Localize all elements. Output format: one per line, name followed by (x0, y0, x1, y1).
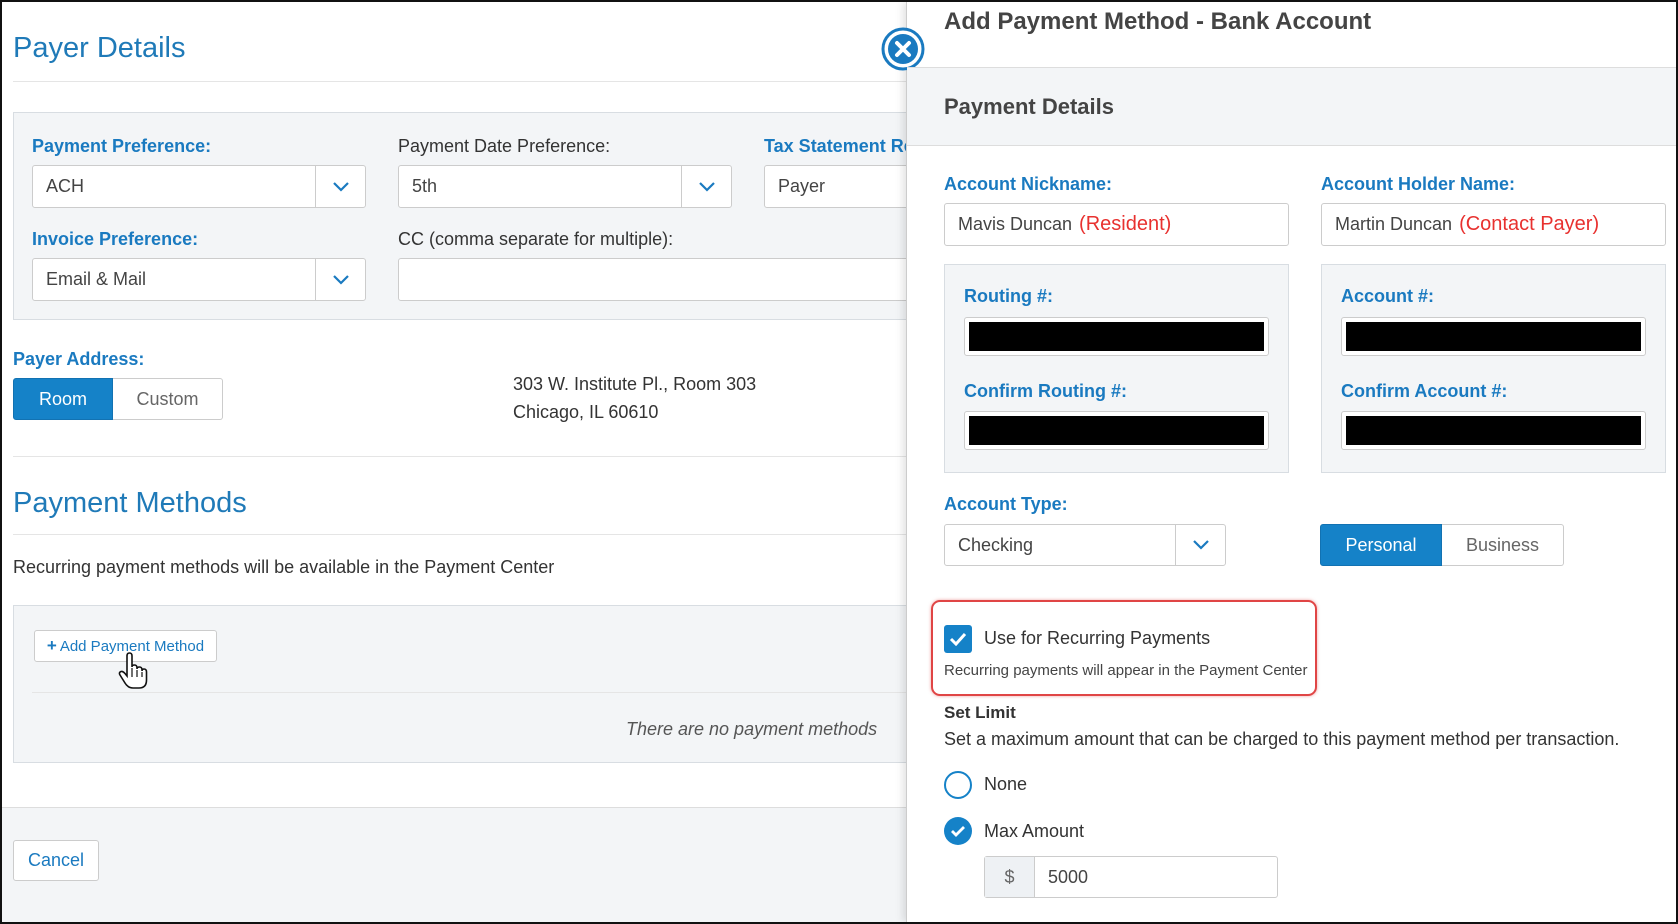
recurring-help: Recurring payments will appear in the Pa… (944, 662, 1308, 679)
payment-preference-label: Payment Preference: (32, 136, 212, 156)
account-holder-input[interactable]: Martin Duncan (Contact Payer) (1321, 203, 1666, 246)
confirm-account-input[interactable] (1341, 411, 1646, 450)
chevron-down-icon (681, 166, 731, 207)
plus-icon: + (46, 636, 57, 655)
account-number-input[interactable] (1341, 317, 1646, 356)
payment-date-select[interactable]: 5th (398, 165, 732, 208)
chevron-down-icon (315, 259, 365, 300)
payment-preference-value: ACH (46, 176, 85, 196)
custom-button[interactable]: Custom (113, 378, 223, 420)
invoice-preference-select[interactable]: Email & Mail (32, 258, 366, 301)
page-title: Payer Details (13, 32, 186, 64)
contact-payer-note: (Contact Payer) (1459, 213, 1600, 235)
personal-button[interactable]: Personal (1320, 524, 1442, 566)
recurring-checkbox[interactable] (944, 625, 972, 653)
payment-methods-title: Payment Methods (13, 487, 247, 519)
max-amount-input-group: $ 5000 (984, 856, 1278, 898)
account-holder-value: Martin Duncan (1335, 214, 1453, 234)
footer-bar (2, 807, 907, 922)
payer-address-label: Payer Address: (13, 349, 145, 369)
account-type-value: Checking (958, 534, 1034, 555)
payment-methods-description: Recurring payment methods will be availa… (13, 557, 555, 577)
confirm-routing-label: Confirm Routing #: (964, 381, 1127, 401)
tax-statement-value: Payer (778, 176, 826, 196)
confirm-account-label: Confirm Account #: (1341, 381, 1508, 401)
invoice-preference-value: Email & Mail (46, 269, 147, 289)
tax-statement-label: Tax Statement Re (764, 136, 914, 156)
routing-label: Routing #: (964, 286, 1053, 306)
account-nickname-label: Account Nickname: (944, 174, 1113, 194)
address-line1: 303 W. Institute Pl., Room 303 (513, 374, 757, 394)
set-limit-description: Set a maximum amount that can be charged… (944, 729, 1620, 749)
business-button[interactable]: Business (1442, 524, 1564, 566)
chevron-down-icon (1175, 525, 1225, 565)
payment-date-value: 5th (412, 176, 438, 196)
payment-preference-select[interactable]: ACH (32, 165, 366, 208)
hand-cursor-icon (118, 652, 148, 695)
app-frame: Payer Details Payment Preference: ACH Pa… (0, 0, 1678, 924)
none-radio[interactable] (944, 771, 972, 799)
resident-note: (Resident) (1079, 213, 1172, 235)
account-holder-label: Account Holder Name: (1321, 174, 1516, 194)
confirm-routing-input[interactable] (964, 411, 1269, 450)
account-number-label: Account #: (1341, 286, 1435, 306)
room-button[interactable]: Room (13, 378, 113, 420)
check-icon (951, 826, 965, 837)
modal-title: Add Payment Method - Bank Account (944, 8, 1372, 35)
cancel-button[interactable]: Cancel (13, 840, 99, 881)
payment-details-title: Payment Details (944, 94, 1114, 119)
empty-payment-methods: There are no payment methods (626, 719, 878, 739)
invoice-preference-label: Invoice Preference: (32, 229, 199, 249)
cc-label: CC (comma separate for multiple): (398, 229, 674, 249)
account-type-label: Account Type: (944, 494, 1068, 514)
address-line2: Chicago, IL 60610 (513, 402, 659, 422)
chevron-down-icon (315, 166, 365, 207)
routing-input[interactable] (964, 317, 1269, 356)
account-nickname-input[interactable]: Mavis Duncan (Resident) (944, 203, 1289, 246)
account-type-select[interactable]: Checking (944, 524, 1226, 566)
currency-addon: $ (985, 857, 1035, 897)
max-amount-label: Max Amount (984, 821, 1085, 841)
close-icon[interactable] (881, 27, 925, 71)
recurring-label: Use for Recurring Payments (984, 628, 1211, 648)
max-amount-radio[interactable] (944, 817, 972, 845)
cc-input[interactable] (398, 258, 928, 301)
account-nickname-value: Mavis Duncan (958, 214, 1073, 234)
payment-date-label: Payment Date Preference: (398, 136, 611, 156)
check-icon (949, 632, 967, 646)
set-limit-title: Set Limit (944, 703, 1016, 722)
max-amount-input[interactable]: 5000 (1035, 857, 1277, 897)
none-label: None (984, 774, 1028, 794)
